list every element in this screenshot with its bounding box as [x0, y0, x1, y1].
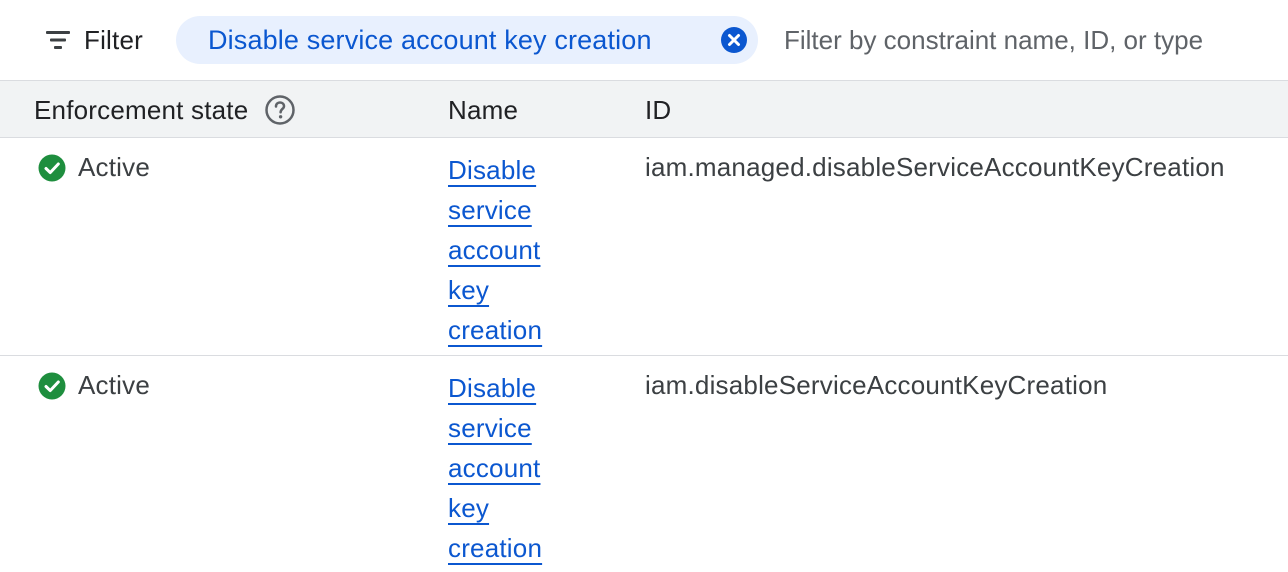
- column-header-enforcement-state: Enforcement state: [34, 81, 296, 139]
- help-icon[interactable]: [264, 94, 296, 126]
- column-header-label: ID: [645, 94, 672, 125]
- status-label: Active: [78, 152, 151, 182]
- name-cell: Disable service account key creation: [448, 150, 568, 350]
- constraint-name-link[interactable]: Disable service account key creation: [448, 368, 568, 568]
- enforcement-state-cell: Active: [38, 370, 150, 401]
- column-header-name[interactable]: Name: [448, 81, 518, 139]
- close-icon[interactable]: [720, 26, 748, 54]
- check-circle-icon: [38, 372, 66, 399]
- org-policies-page: Filter Disable service account key creat…: [0, 0, 1288, 572]
- filter-search-input[interactable]: [784, 18, 1274, 62]
- constraint-id: iam.managed.disableServiceAccountKeyCrea…: [645, 152, 1225, 182]
- filter-button[interactable]: Filter: [44, 22, 143, 58]
- filter-chip-label: Disable service account key creation: [208, 24, 652, 55]
- column-header-label: Name: [448, 94, 519, 125]
- status-label: Active: [78, 370, 151, 400]
- filter-label: Filter: [84, 24, 143, 55]
- column-header-id[interactable]: ID: [645, 81, 671, 139]
- table-row: Active Disable service account key creat…: [0, 138, 1288, 356]
- active-filter-chip[interactable]: Disable service account key creation: [176, 16, 758, 64]
- filter-bar: Filter Disable service account key creat…: [0, 0, 1288, 80]
- check-circle-icon: [38, 154, 66, 181]
- enforcement-state-cell: Active: [38, 152, 150, 183]
- table-header: Enforcement state Name ID: [0, 80, 1288, 138]
- constraint-id: iam.disableServiceAccountKeyCreation: [645, 370, 1108, 400]
- column-header-label: Enforcement state: [34, 94, 249, 125]
- name-cell: Disable service account key creation: [448, 368, 568, 568]
- table-row: Active Disable service account key creat…: [0, 356, 1288, 572]
- constraint-name-link[interactable]: Disable service account key creation: [448, 150, 568, 350]
- filter-icon: [46, 31, 70, 49]
